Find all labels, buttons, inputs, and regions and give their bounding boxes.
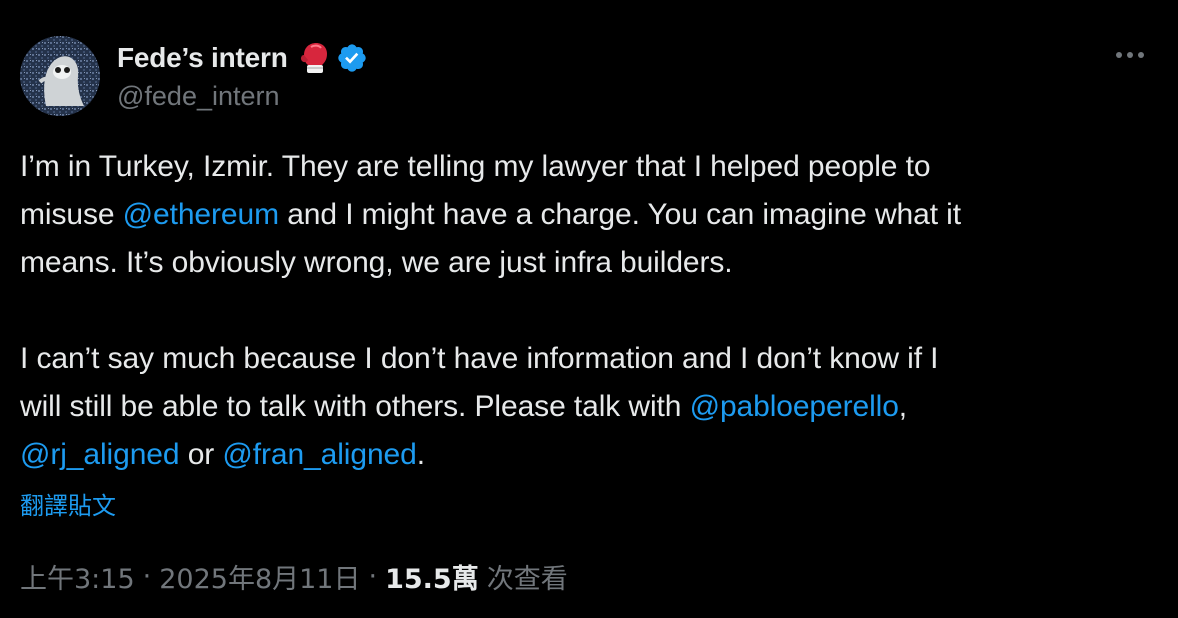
mention-link[interactable]: @fran_aligned	[222, 438, 416, 471]
verified-badge-icon[interactable]	[336, 42, 368, 74]
author-names: Fede’s intern @fede_intern	[117, 38, 368, 114]
views-label: 次查看	[486, 563, 568, 595]
mention-link[interactable]: @pabloeperello	[690, 390, 899, 423]
mention-link[interactable]: @rj_aligned	[20, 438, 180, 471]
tweet-line: will still be able to talk with others. …	[20, 383, 1150, 431]
tweet-date[interactable]: 2025年8月11日	[159, 557, 360, 596]
tweet-text-segment: means. It’s obviously wrong, we are just…	[20, 246, 733, 279]
tweet-text-segment: ,	[898, 390, 908, 423]
author-display-name[interactable]: Fede’s intern	[117, 42, 288, 74]
display-name-row: Fede’s intern	[117, 38, 368, 78]
translate-post-link[interactable]: 翻譯貼文	[20, 486, 116, 521]
tweet-text-segment: misuse	[20, 198, 123, 231]
meta-separator-2: ·	[368, 560, 378, 592]
tweet-line: @rj_aligned or @fran_aligned.	[20, 431, 1150, 479]
tweet-line	[20, 287, 1150, 335]
tweet-meta: 上午3:15 · 2025年8月11日 · 15.5萬 次查看	[20, 556, 568, 596]
tweet-text-segment: or	[179, 438, 223, 471]
tweet-header: Fede’s intern @fede_intern	[20, 35, 368, 117]
tweet-time[interactable]: 上午3:15	[20, 557, 135, 596]
author-handle[interactable]: @fede_intern	[117, 78, 368, 114]
more-options-button[interactable]	[1112, 40, 1148, 70]
tweet-text-segment: .	[416, 438, 425, 471]
tweet-text-segment: I can’t say much because I don’t have in…	[20, 342, 939, 375]
avatar[interactable]	[20, 36, 100, 116]
mention-link[interactable]: @ethereum	[123, 198, 279, 231]
more-dots-icon	[1116, 52, 1144, 58]
avatar-ghost-icon	[20, 36, 100, 116]
boxing-glove-icon	[298, 41, 330, 75]
tweet-text-segment: I’m in Turkey, Izmir. They are telling m…	[20, 150, 931, 183]
views-count[interactable]: 15.5萬	[385, 557, 479, 596]
tweet-text: I’m in Turkey, Izmir. They are telling m…	[20, 143, 1150, 479]
tweet-line: I’m in Turkey, Izmir. They are telling m…	[20, 143, 1150, 191]
meta-separator: ·	[142, 560, 152, 592]
tweet-line: I can’t say much because I don’t have in…	[20, 335, 1150, 383]
tweet-text-segment: and I might have a charge. You can imagi…	[278, 198, 961, 231]
tweet-text-segment: will still be able to talk with others. …	[20, 390, 690, 423]
tweet-line: misuse @ethereum and I might have a char…	[20, 191, 1150, 239]
tweet-card: Fede’s intern @fede_intern I’m in Turkey…	[0, 0, 1178, 618]
tweet-line: means. It’s obviously wrong, we are just…	[20, 239, 1150, 287]
